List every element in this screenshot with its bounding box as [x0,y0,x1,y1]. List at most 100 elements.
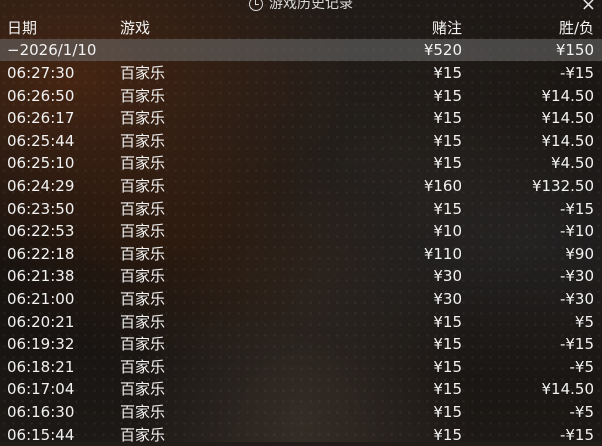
row-result: -¥30 [560,265,594,288]
row-time: 06:16:30 [7,401,74,424]
row-game: 百家乐 [120,311,165,334]
row-bet: ¥15 [433,85,462,108]
row-time: 06:25:10 [7,152,74,175]
row-game: 百家乐 [120,130,165,153]
row-game: 百家乐 [120,220,165,243]
row-bet: ¥15 [433,333,462,356]
history-table-body: 06:27:30百家乐¥15-¥1506:26:50百家乐¥15¥14.5006… [0,62,602,446]
history-clock-icon [249,0,263,11]
summary-date: −2026/1/10 [7,39,96,61]
table-row[interactable]: 06:20:21 百家乐 ¥15 ¥5 [0,311,602,334]
row-time: 06:26:17 [7,107,74,130]
panel-title-text: 游戏历史记录 [269,0,353,12]
table-header: 日期 游戏 赌注 胜/负 [0,17,602,39]
row-result: -¥15 [560,62,594,85]
row-bet: ¥30 [433,265,462,288]
row-result: -¥15 [560,424,594,446]
row-result: -¥10 [560,220,594,243]
table-row[interactable]: 06:16:30 百家乐 ¥15 -¥5 [0,401,602,424]
row-game: 百家乐 [120,333,165,356]
row-result: -¥5 [570,401,595,424]
row-result: ¥4.50 [551,152,594,175]
row-time: 06:17:04 [7,378,74,401]
row-result: ¥5 [575,311,594,334]
date-group-summary-row[interactable]: −2026/1/10 ¥520 ¥150 [0,39,602,61]
row-time: 06:22:53 [7,220,74,243]
summary-bet: ¥520 [424,39,462,61]
row-time: 06:24:29 [7,175,74,198]
row-time: 06:21:38 [7,265,74,288]
table-row[interactable]: 06:17:04 百家乐 ¥15 ¥14.50 [0,378,602,401]
table-row[interactable]: 06:25:44 百家乐 ¥15 ¥14.50 [0,130,602,153]
row-game: 百家乐 [120,175,165,198]
row-game: 百家乐 [120,198,165,221]
row-game: 百家乐 [120,243,165,266]
header-result: 胜/负 [559,17,594,39]
row-time: 06:21:00 [7,288,74,311]
table-row[interactable]: 06:26:50 百家乐 ¥15 ¥14.50 [0,85,602,108]
row-time: 06:15:44 [7,424,74,446]
row-time: 06:20:21 [7,311,74,334]
table-row[interactable]: 06:23:50 百家乐 ¥15 -¥15 [0,198,602,221]
row-game: 百家乐 [120,62,165,85]
row-game: 百家乐 [120,401,165,424]
row-game: 百家乐 [120,356,165,379]
row-bet: ¥15 [433,356,462,379]
row-game: 百家乐 [120,424,165,446]
row-result: -¥15 [560,198,594,221]
row-result: ¥14.50 [542,378,595,401]
row-game: 百家乐 [120,107,165,130]
row-time: 06:26:50 [7,85,74,108]
summary-result: ¥150 [556,39,594,61]
row-time: 06:25:44 [7,130,74,153]
row-result: ¥14.50 [542,107,595,130]
header-date: 日期 [7,17,37,39]
table-row[interactable]: 06:19:32 百家乐 ¥15 -¥15 [0,333,602,356]
panel-title: 游戏历史记录 [0,0,602,13]
row-result: ¥90 [565,243,594,266]
row-game: 百家乐 [120,85,165,108]
row-time: 06:18:21 [7,356,74,379]
table-row[interactable]: 06:21:38 百家乐 ¥30 -¥30 [0,265,602,288]
table-row[interactable]: 06:22:18 百家乐 ¥110 ¥90 [0,243,602,266]
row-bet: ¥10 [433,220,462,243]
row-result: ¥14.50 [542,130,595,153]
row-time: 06:27:30 [7,62,74,85]
row-bet: ¥15 [433,107,462,130]
row-bet: ¥15 [433,378,462,401]
row-time: 06:22:18 [7,243,74,266]
row-result: -¥15 [560,333,594,356]
table-row[interactable]: 06:24:29 百家乐 ¥160 ¥132.50 [0,175,602,198]
row-bet: ¥30 [433,288,462,311]
row-bet: ¥15 [433,401,462,424]
table-row[interactable]: 06:25:10 百家乐 ¥15 ¥4.50 [0,152,602,175]
table-row[interactable]: 06:27:30 百家乐 ¥15 -¥15 [0,62,602,85]
row-bet: ¥15 [433,424,462,446]
table-row[interactable]: 06:21:00 百家乐 ¥30 -¥30 [0,288,602,311]
row-bet: ¥15 [433,130,462,153]
row-bet: ¥15 [433,62,462,85]
row-game: 百家乐 [120,152,165,175]
row-result: ¥14.50 [542,85,595,108]
row-time: 06:19:32 [7,333,74,356]
row-bet: ¥15 [433,152,462,175]
table-row[interactable]: 06:18:21 百家乐 ¥15 -¥5 [0,356,602,379]
close-icon[interactable]: × [581,0,596,15]
row-result: -¥5 [570,356,595,379]
table-row[interactable]: 06:15:44 百家乐 ¥15 -¥15 [0,424,602,446]
title-bar: 游戏历史记录 [0,0,602,14]
row-time: 06:23:50 [7,198,74,221]
header-bet: 赌注 [432,17,462,39]
table-row[interactable]: 06:22:53 百家乐 ¥10 -¥10 [0,220,602,243]
row-bet: ¥15 [433,198,462,221]
row-result: -¥30 [560,288,594,311]
header-game: 游戏 [120,17,150,39]
table-row[interactable]: 06:26:17 百家乐 ¥15 ¥14.50 [0,107,602,130]
row-bet: ¥160 [424,175,462,198]
row-game: 百家乐 [120,378,165,401]
row-bet: ¥110 [424,243,462,266]
row-bet: ¥15 [433,311,462,334]
row-game: 百家乐 [120,265,165,288]
row-game: 百家乐 [120,288,165,311]
row-result: ¥132.50 [532,175,594,198]
